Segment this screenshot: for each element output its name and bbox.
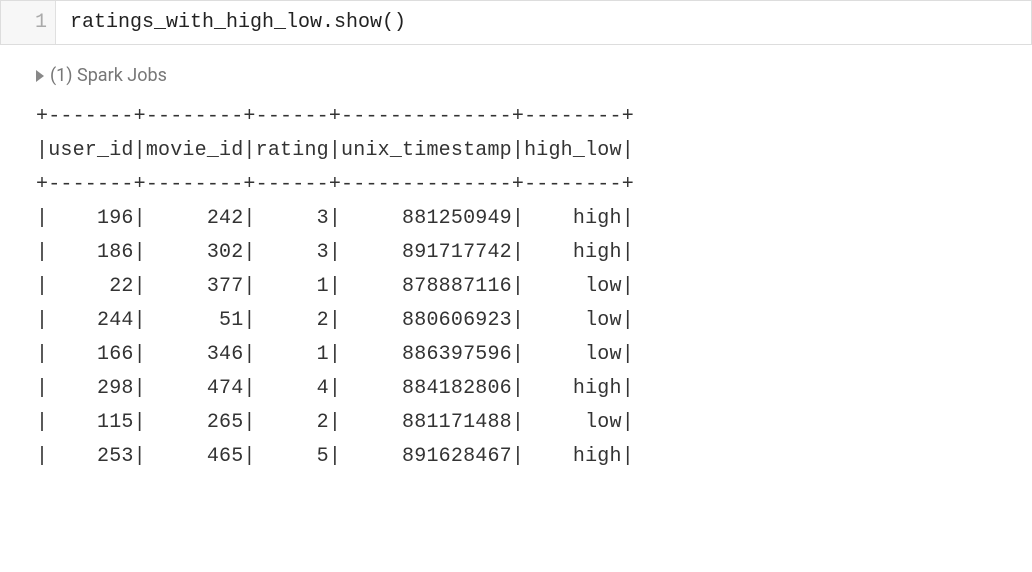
spark-jobs-toggle[interactable]: (1) Spark Jobs [36,57,1032,100]
spark-jobs-label: (1) Spark Jobs [50,65,167,86]
chevron-right-icon [36,70,44,82]
code-cell: 1 ratings_with_high_low.show() [0,0,1032,45]
code-input[interactable]: ratings_with_high_low.show() [56,1,1031,44]
line-number-gutter: 1 [1,1,56,44]
dataframe-ascii-table: +-------+--------+------+--------------+… [36,100,1032,474]
line-number: 1 [35,11,47,34]
cell-output: (1) Spark Jobs +-------+--------+------+… [0,45,1032,474]
